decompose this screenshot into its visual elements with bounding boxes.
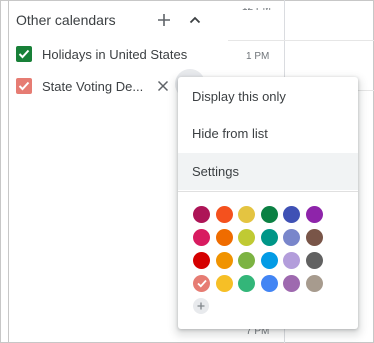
color-swatch[interactable] [238, 206, 255, 223]
color-swatch[interactable] [305, 206, 323, 223]
calendar-item-holidays[interactable]: Holidays in United States [16, 42, 187, 66]
color-swatch[interactable] [215, 252, 233, 269]
color-swatch[interactable] [283, 275, 300, 292]
color-swatch[interactable] [305, 229, 323, 246]
add-custom-color-button[interactable] [193, 298, 209, 314]
menu-item-hide-from-list[interactable]: Hide from list [178, 115, 358, 152]
color-swatch[interactable] [193, 206, 210, 223]
menu-item-label: Hide from list [192, 126, 268, 141]
color-swatch[interactable] [260, 275, 278, 292]
menu-item-label: Display this only [192, 89, 286, 104]
check-icon [18, 81, 30, 91]
hour-line [228, 40, 374, 41]
color-swatch[interactable] [215, 275, 233, 292]
color-swatch[interactable] [215, 229, 233, 246]
color-swatch[interactable] [238, 229, 255, 246]
plus-icon [197, 302, 205, 310]
calendar-item-state-voting[interactable]: State Voting De... [16, 74, 143, 98]
color-swatch[interactable] [283, 252, 300, 269]
time-label-1pm: 1 PM [246, 51, 270, 62]
check-icon [196, 279, 207, 288]
color-swatch[interactable] [283, 206, 300, 223]
color-swatch[interactable] [260, 229, 278, 246]
color-swatch[interactable] [305, 252, 323, 269]
menu-item-settings[interactable]: Settings [178, 153, 358, 190]
plus-icon[interactable] [155, 11, 173, 29]
panel-divider [8, 0, 9, 343]
check-icon [18, 49, 30, 59]
menu-item-display-only[interactable]: Display this only [178, 78, 358, 115]
close-icon[interactable] [154, 77, 172, 95]
chevron-up-icon[interactable] [186, 11, 204, 29]
color-swatch[interactable] [305, 275, 323, 292]
calendar-checkbox[interactable] [16, 46, 32, 62]
color-swatch[interactable] [260, 206, 278, 223]
color-swatch[interactable] [260, 252, 278, 269]
calendar-label: Holidays in United States [42, 46, 188, 62]
color-swatch[interactable] [193, 229, 210, 246]
calendar-options-menu: Display this only Hide from list Setting… [178, 77, 358, 329]
color-swatch[interactable] [215, 206, 233, 223]
color-swatch[interactable] [193, 252, 210, 269]
color-swatch[interactable] [238, 252, 255, 269]
color-swatch[interactable] [283, 229, 300, 246]
other-calendars-title: Other calendars [16, 12, 116, 28]
menu-item-label: Settings [192, 164, 239, 179]
color-swatch[interactable] [238, 275, 255, 292]
calendar-label: State Voting De... [42, 78, 144, 94]
menu-divider [178, 191, 358, 192]
calendar-checkbox[interactable] [16, 78, 32, 94]
color-swatch[interactable] [193, 275, 210, 292]
